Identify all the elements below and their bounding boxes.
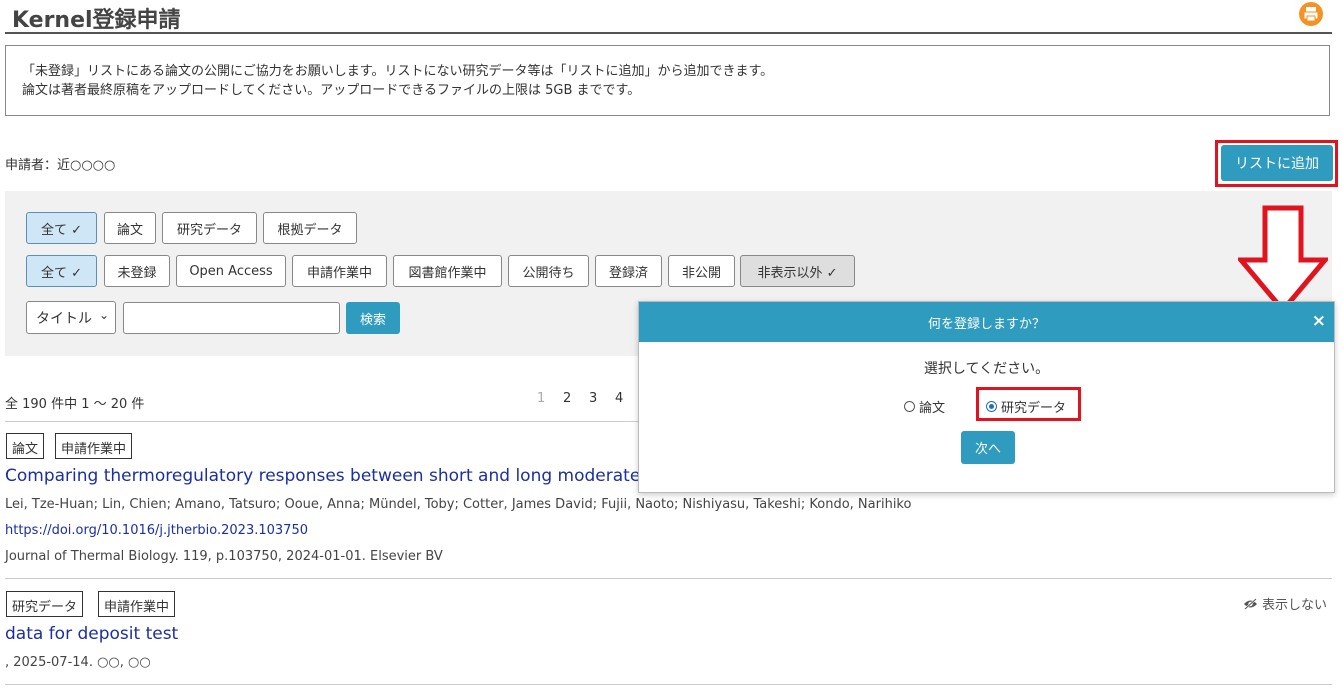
result-count: 全 190 件中 1 〜 20 件	[5, 397, 145, 412]
highlight-frame-add-button	[1215, 140, 1338, 187]
status-tag: 申請作業中	[98, 591, 176, 617]
type-filter-button[interactable]: 研究データ	[162, 212, 257, 244]
radio-paper[interactable]: 論文	[904, 397, 945, 416]
page-link-4[interactable]: 4	[615, 391, 623, 406]
status-filter-button[interactable]: 非表示以外 ✓	[740, 255, 855, 287]
item-doi-link[interactable]: https://doi.org/10.1016/j.jtherbio.2023.…	[5, 523, 308, 538]
type-filter-button[interactable]: 全て ✓	[26, 212, 97, 244]
status-filter-button[interactable]: 公開待ち	[508, 255, 589, 287]
title-divider	[5, 32, 1332, 34]
page-title: Kernel登録申請	[12, 8, 181, 33]
item-title-link[interactable]: Comparing thermoregulatory responses bet…	[5, 466, 668, 486]
annotation-arrow-icon	[1238, 205, 1328, 314]
dialog-title: 何を登録しますか？	[927, 316, 1045, 332]
divider	[5, 578, 1332, 579]
search-input[interactable]	[123, 302, 340, 334]
type-tag: 論文	[6, 433, 45, 459]
highlight-frame-research-data	[976, 387, 1081, 421]
register-type-dialog: 何を登録しますか？ × 選択してください。 論文 研究データ 次へ	[638, 301, 1335, 493]
type-filter-button[interactable]: 論文	[104, 212, 156, 244]
radio-circle[interactable]	[904, 401, 915, 412]
item-citation: , 2025-07-14. ○○, ○○	[5, 655, 151, 670]
type-filter-button[interactable]: 根拠データ	[263, 212, 357, 244]
hide-item-label: 表示しない	[1262, 598, 1328, 613]
radio-paper-label: 論文	[919, 401, 946, 416]
dialog-prompt: 選択してください。	[923, 361, 1050, 377]
hide-item-button[interactable]: 表示しない	[1243, 594, 1327, 613]
page-link-1[interactable]: 1	[537, 391, 545, 406]
search-field-select-value: タイトル	[36, 311, 92, 327]
applicant-name: 申請者：近○○○○	[5, 158, 116, 173]
search-field-select[interactable]: タイトル ⌄	[26, 301, 116, 334]
eye-slash-icon	[1244, 597, 1257, 610]
search-button[interactable]: 検索	[346, 302, 400, 334]
type-tag: 研究データ	[6, 591, 84, 617]
notice-line-2: 論文は著者最終原稿をアップロードしてください。アップロードできるファイルの上限は…	[22, 83, 641, 98]
status-tag: 申請作業中	[55, 433, 133, 459]
item-authors: Lei, Tze-Huan; Lin, Chien; Amano, Tatsur…	[5, 497, 912, 512]
status-filter-button[interactable]: 未登録	[104, 255, 170, 287]
print-icon[interactable]	[1298, 1, 1324, 27]
notice-line-1: 「未登録」リストにある論文の公開にご協力をお願いします。リストにない研究データ等…	[22, 64, 774, 79]
status-filter-button[interactable]: 全て ✓	[26, 255, 97, 287]
status-filter-button[interactable]: Open Access	[176, 255, 286, 287]
page-link-2[interactable]: 2	[563, 391, 571, 406]
item-citation: Journal of Thermal Biology. 119, p.10375…	[5, 549, 443, 564]
page-link-3[interactable]: 3	[589, 391, 597, 406]
next-button[interactable]: 次へ	[961, 431, 1015, 464]
status-filter-button[interactable]: 図書館作業中	[393, 255, 502, 287]
close-icon[interactable]: ×	[1312, 311, 1326, 331]
divider	[5, 684, 1332, 685]
item-title-link[interactable]: data for deposit test	[5, 624, 178, 644]
status-filter-button[interactable]: 登録済	[595, 255, 662, 287]
notice-box: 「未登録」リストにある論文の公開にご協力をお願いします。リストにない研究データ等…	[5, 45, 1330, 116]
status-filter-button[interactable]: 申請作業中	[292, 255, 387, 287]
dialog-header: 何を登録しますか？ ×	[639, 302, 1334, 342]
status-filter-button[interactable]: 非公開	[668, 255, 735, 287]
chevron-down-icon: ⌄	[98, 308, 109, 322]
